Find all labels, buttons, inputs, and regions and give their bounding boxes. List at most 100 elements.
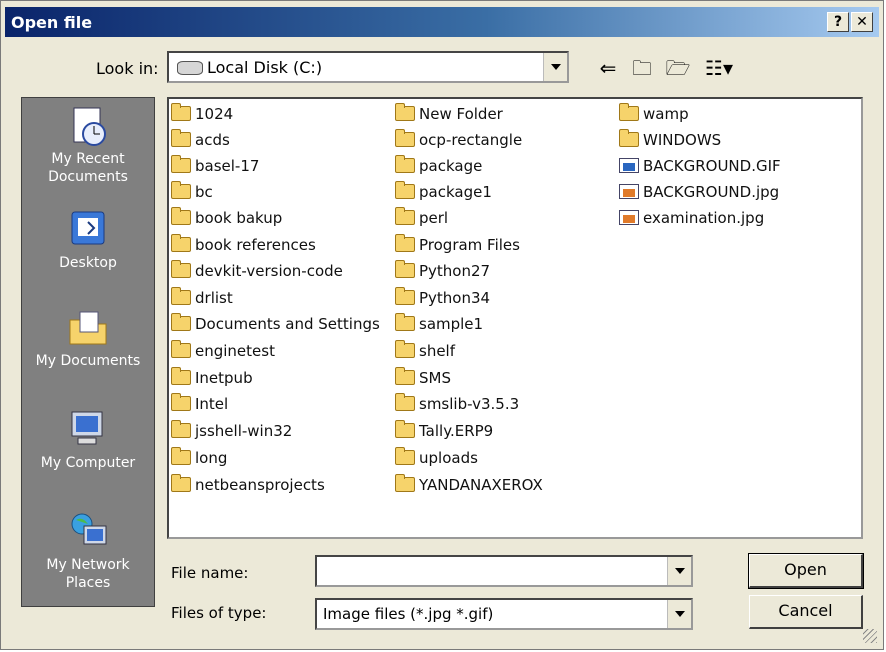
network-places-icon xyxy=(66,510,110,554)
folder-icon xyxy=(395,474,415,492)
folder-icon xyxy=(171,234,191,252)
folder-icon xyxy=(395,367,415,385)
look-in-dropdown[interactable]: Local Disk (C:) xyxy=(167,51,569,83)
file-name-label: File name: xyxy=(171,564,249,582)
folder-icon xyxy=(395,447,415,465)
list-item[interactable]: BACKGROUND.jpg xyxy=(619,181,779,203)
list-item[interactable]: YANDANAXEROX xyxy=(395,474,543,496)
list-item[interactable]: acds xyxy=(171,129,230,151)
list-item[interactable]: smslib-v3.5.3 xyxy=(395,393,519,415)
look-in-dropdown-arrow[interactable] xyxy=(543,53,567,81)
list-item[interactable]: package1 xyxy=(395,181,492,203)
place-label: My Documents xyxy=(35,353,141,369)
folder-icon xyxy=(619,103,639,121)
list-item[interactable]: Inetpub xyxy=(171,367,253,389)
list-item[interactable]: uploads xyxy=(395,447,478,469)
my-computer-icon xyxy=(66,408,110,452)
folder-icon xyxy=(395,103,415,121)
file-type-dropdown-arrow[interactable] xyxy=(667,600,691,628)
file-type-value: Image files (*.jpg *.gif) xyxy=(323,605,494,623)
folder-icon xyxy=(395,420,415,438)
up-folder-icon[interactable]: 🗀 xyxy=(629,57,655,79)
list-item[interactable]: Documents and Settings xyxy=(171,313,380,335)
list-item[interactable]: Python27 xyxy=(395,260,490,282)
close-button[interactable]: ✕ xyxy=(851,12,873,32)
folder-icon xyxy=(171,207,191,225)
folder-icon xyxy=(171,103,191,121)
folder-icon xyxy=(395,129,415,147)
list-item[interactable]: wamp xyxy=(619,103,689,125)
folder-icon xyxy=(395,181,415,199)
place-label: Desktop xyxy=(59,255,117,271)
folder-icon xyxy=(395,207,415,225)
folder-icon xyxy=(395,287,415,305)
list-item[interactable]: Tally.ERP9 xyxy=(395,420,493,442)
list-item[interactable]: enginetest xyxy=(171,340,275,362)
folder-icon xyxy=(171,367,191,385)
folder-icon xyxy=(395,393,415,411)
folder-icon xyxy=(171,420,191,438)
list-item[interactable]: package xyxy=(395,155,482,177)
file-list[interactable]: 1024 acds basel-17 bc book bakup book re… xyxy=(167,97,863,539)
list-item[interactable]: perl xyxy=(395,207,448,229)
file-type-dropdown[interactable]: Image files (*.jpg *.gif) xyxy=(315,598,693,630)
folder-icon xyxy=(395,313,415,331)
folder-icon xyxy=(171,287,191,305)
list-item[interactable]: Intel xyxy=(171,393,228,415)
list-item[interactable]: long xyxy=(171,447,227,469)
list-item[interactable]: New Folder xyxy=(395,103,503,125)
list-item[interactable]: 1024 xyxy=(171,103,233,125)
view-menu-icon[interactable]: ☷▾ xyxy=(699,57,739,79)
open-button[interactable]: Open xyxy=(748,553,864,589)
list-item[interactable]: Program Files xyxy=(395,234,520,256)
list-item[interactable]: book bakup xyxy=(171,207,282,229)
list-item[interactable]: sample1 xyxy=(395,313,483,335)
list-item[interactable]: bc xyxy=(171,181,213,203)
place-network[interactable]: My Network Places xyxy=(22,510,154,592)
list-item[interactable]: jsshell-win32 xyxy=(171,420,292,442)
folder-icon xyxy=(171,447,191,465)
my-documents-icon xyxy=(66,306,110,350)
place-desktop[interactable]: Desktop xyxy=(22,208,154,272)
list-item[interactable]: drlist xyxy=(171,287,233,309)
open-file-dialog: Open file ? ✕ Look in: Local Disk (C:) ⇐… xyxy=(0,0,884,650)
title-bar[interactable]: Open file ? ✕ xyxy=(5,7,879,37)
folder-icon xyxy=(171,129,191,147)
resize-grip[interactable] xyxy=(863,629,877,643)
list-item[interactable]: basel-17 xyxy=(171,155,259,177)
place-recent-documents[interactable]: My Recent Documents xyxy=(22,104,154,186)
cancel-button[interactable]: Cancel xyxy=(749,595,863,629)
jpg-image-icon xyxy=(619,210,639,225)
file-type-label: Files of type: xyxy=(171,604,267,622)
window-title: Open file xyxy=(11,13,93,32)
list-item[interactable]: WINDOWS xyxy=(619,129,721,151)
folder-icon xyxy=(619,129,639,147)
folder-icon xyxy=(395,260,415,278)
look-in-value: Local Disk (C:) xyxy=(207,58,323,77)
new-folder-icon[interactable]: 🗁 xyxy=(665,57,691,79)
folder-icon xyxy=(395,234,415,252)
folder-icon xyxy=(171,340,191,358)
list-item[interactable]: netbeansprojects xyxy=(171,474,325,496)
back-icon[interactable]: ⇐ xyxy=(595,57,621,79)
list-item[interactable]: book references xyxy=(171,234,316,256)
list-item[interactable]: devkit-version-code xyxy=(171,260,343,282)
list-item[interactable]: ocp-rectangle xyxy=(395,129,522,151)
list-item[interactable]: SMS xyxy=(395,367,451,389)
folder-icon xyxy=(171,155,191,173)
list-item[interactable]: BACKGROUND.GIF xyxy=(619,155,781,177)
file-name-field[interactable] xyxy=(315,555,693,587)
list-item[interactable]: examination.jpg xyxy=(619,207,764,229)
list-item[interactable]: Python34 xyxy=(395,287,490,309)
file-name-dropdown-arrow[interactable] xyxy=(667,557,691,585)
look-in-label: Look in: xyxy=(96,59,159,78)
folder-icon xyxy=(171,181,191,199)
help-button[interactable]: ? xyxy=(827,12,849,32)
place-label: My Recent Documents xyxy=(48,151,128,185)
places-bar: My Recent Documents Desktop My Documents… xyxy=(21,97,155,607)
list-item[interactable]: shelf xyxy=(395,340,455,362)
place-my-computer[interactable]: My Computer xyxy=(22,408,154,472)
place-my-documents[interactable]: My Documents xyxy=(22,306,154,370)
recent-documents-icon xyxy=(66,104,110,148)
folder-icon xyxy=(171,474,191,492)
